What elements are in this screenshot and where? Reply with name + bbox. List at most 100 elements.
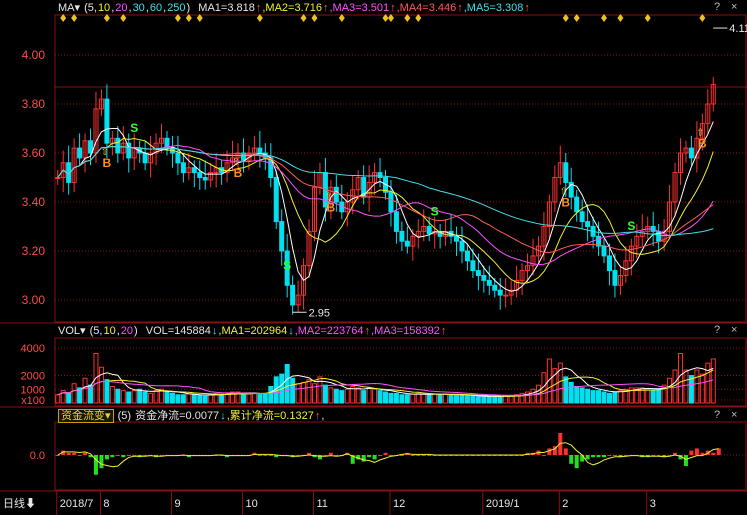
candle-body	[290, 284, 296, 306]
volume-bar	[497, 396, 503, 404]
candle-body	[606, 255, 612, 272]
volume-bar	[596, 390, 602, 404]
volume-bar	[606, 392, 612, 404]
up-arrow-icon: ↑	[390, 2, 396, 14]
volume-bar	[246, 393, 252, 404]
volume-bar	[699, 373, 705, 404]
vol-selector[interactable]: VOL▾	[58, 325, 86, 337]
volume-bar	[164, 391, 170, 404]
date-label: 11	[316, 498, 327, 510]
candle-body	[492, 284, 498, 291]
help-button-main[interactable]: ?	[714, 1, 720, 13]
min-price-label: 2.95	[309, 307, 330, 319]
stock-chart-app: { "main_header":{"selector":"MA▾","param…	[0, 0, 747, 515]
params-suffix: )	[186, 2, 191, 14]
volume-bar	[137, 388, 143, 404]
buy-signal: B	[103, 156, 112, 170]
down-arrow-icon: ↓	[220, 410, 226, 422]
date-label: 2	[562, 498, 568, 510]
fund-flow-bar	[711, 452, 716, 455]
volume-bar	[339, 390, 345, 404]
candle-body	[497, 289, 503, 296]
volume-bar	[126, 391, 132, 404]
candle-body	[579, 211, 585, 223]
volume-bar	[82, 377, 88, 404]
candle-body	[88, 140, 94, 154]
fund-flow-bar	[427, 455, 432, 456]
candle-body	[142, 152, 148, 164]
volume-bar	[601, 391, 607, 404]
param-60: 60	[149, 2, 163, 14]
candle-body	[563, 162, 569, 183]
volume-bar	[142, 391, 148, 404]
volume-bar	[579, 387, 585, 404]
candle-body	[399, 230, 405, 242]
volume-bar	[399, 394, 405, 404]
volume-bar	[464, 395, 470, 404]
help-button-fund[interactable]: ?	[714, 409, 720, 421]
fund-param: (5)	[117, 410, 132, 422]
param-250: 250	[167, 2, 186, 14]
down-arrow-icon: ⬇	[25, 498, 36, 510]
volume-bar	[328, 387, 334, 404]
ma1-value: MA1=3.818	[198, 2, 255, 14]
up-arrow-icon: ↑	[440, 325, 447, 337]
candle-body	[115, 137, 121, 154]
fund-flow-bar	[66, 452, 71, 455]
fund-flow-bar	[416, 455, 421, 456]
close-button-fund[interactable]: ×	[731, 409, 737, 421]
volume-bar	[705, 362, 711, 404]
candle-body	[459, 240, 465, 252]
ma4-value: ,MA4=3.446	[396, 2, 457, 14]
close-button-main[interactable]: ×	[731, 1, 737, 13]
period-selector[interactable]: 日线⬇	[3, 495, 36, 511]
volume-bar	[574, 386, 580, 404]
volume-bar	[481, 395, 487, 404]
param-30: 30	[132, 2, 145, 14]
param-10: 10	[97, 2, 111, 14]
volume-bar	[208, 394, 214, 404]
fund-flow-bar	[410, 455, 415, 456]
candle-body	[475, 270, 481, 277]
candle-body	[404, 240, 410, 247]
date-label: 10	[245, 498, 257, 510]
volume-bar	[585, 388, 591, 404]
candle-body	[612, 270, 618, 286]
vol-tick-label: 4000	[21, 343, 45, 355]
fund-flow-bar	[99, 455, 104, 469]
volume-bar	[683, 369, 689, 404]
volume-bar	[186, 393, 192, 404]
fund-flow-bar	[328, 452, 333, 455]
volume-bar	[388, 392, 394, 404]
volume-bar	[393, 392, 399, 404]
help-button-vol[interactable]: ?	[714, 324, 720, 336]
volume-bar	[175, 394, 181, 404]
fund-flow-bar	[569, 455, 574, 464]
volume-bar	[169, 392, 175, 404]
fund-flow-bar	[689, 450, 694, 455]
fund-flow-bar	[591, 455, 596, 458]
volume-bar	[257, 393, 263, 404]
fund-flow-bar	[547, 448, 552, 455]
fund-flow-bar	[367, 455, 372, 458]
candle-body	[503, 294, 509, 297]
buy-signal: B	[561, 195, 570, 209]
down-arrow-icon: ↓	[288, 325, 294, 337]
volume-bar	[656, 388, 662, 404]
volume-bar	[410, 393, 416, 404]
fund-flow-bar	[268, 455, 273, 456]
candle-body	[175, 152, 181, 164]
indicator-selector[interactable]: MA▾	[58, 2, 80, 14]
close-button-vol[interactable]: ×	[731, 324, 737, 336]
vol-tick-label: x100	[21, 395, 45, 407]
volume-bar	[404, 394, 410, 404]
candle-body	[377, 172, 383, 179]
fund-selector[interactable]: 资金流变▾	[58, 409, 114, 423]
volume-bar	[131, 390, 137, 404]
volume-bar	[366, 387, 372, 404]
volume-bar	[432, 393, 438, 404]
candle-body	[464, 250, 470, 262]
up-arrow-icon: ↑	[457, 2, 463, 14]
chart-canvas: 4.003.803.603.403.203.00400020001000x100…	[0, 14, 747, 515]
fund-indicator-header: 资金流变▾ (5) 资金净流=0.0077↓,累计净流=0.1327↑,	[58, 409, 325, 423]
